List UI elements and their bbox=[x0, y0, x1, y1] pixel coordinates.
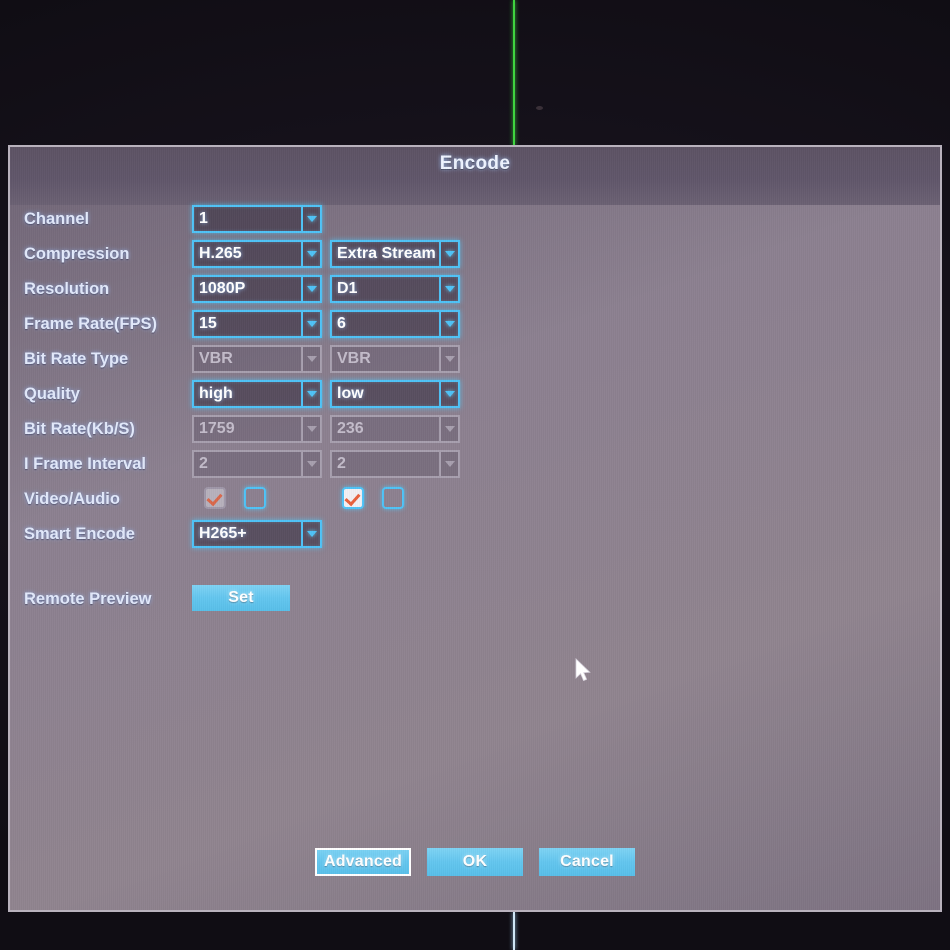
blue-scanline bbox=[513, 912, 515, 950]
bit-rate-main-select: 1759 bbox=[192, 415, 322, 443]
quality-extra-value: low bbox=[337, 385, 364, 402]
bit-rate-extra-select: 236 bbox=[330, 415, 460, 443]
compression-main-value: H.265 bbox=[199, 245, 242, 262]
label-quality: Quality bbox=[24, 385, 80, 403]
chevron-down-icon[interactable] bbox=[301, 522, 320, 546]
bit-rate-type-main-value: VBR bbox=[199, 350, 233, 367]
chevron-down-icon[interactable] bbox=[439, 277, 458, 301]
resolution-main-value: 1080P bbox=[199, 280, 246, 297]
main-audio-checkbox[interactable] bbox=[244, 487, 266, 509]
quality-extra-select[interactable]: low bbox=[330, 380, 460, 408]
row-compression: Compression H.265 Extra Stream bbox=[24, 240, 930, 275]
resolution-main-select[interactable]: 1080P bbox=[192, 275, 322, 303]
frame-rate-main-select[interactable]: 15 bbox=[192, 310, 322, 338]
compression-main-select[interactable]: H.265 bbox=[192, 240, 322, 268]
bit-rate-extra-value: 236 bbox=[337, 420, 364, 437]
frame-rate-extra-value: 6 bbox=[337, 315, 346, 332]
chevron-down-icon[interactable] bbox=[439, 312, 458, 336]
dialog-header: Encode bbox=[10, 147, 940, 205]
chevron-down-icon bbox=[439, 417, 458, 441]
extra-video-checkbox[interactable] bbox=[342, 487, 364, 509]
frame-rate-extra-select[interactable]: 6 bbox=[330, 310, 460, 338]
label-bit-rate-type: Bit Rate Type bbox=[24, 350, 129, 368]
label-resolution: Resolution bbox=[24, 280, 110, 298]
chevron-down-icon[interactable] bbox=[301, 207, 320, 231]
chevron-down-icon[interactable] bbox=[301, 277, 320, 301]
quality-main-select[interactable]: high bbox=[192, 380, 322, 408]
label-video-audio: Video/Audio bbox=[24, 490, 120, 508]
i-frame-interval-main-select: 2 bbox=[192, 450, 322, 478]
chevron-down-icon bbox=[301, 347, 320, 371]
row-channel: Channel 1 bbox=[24, 205, 930, 240]
remote-preview-set-button[interactable]: Set bbox=[192, 585, 290, 611]
label-remote-preview: Remote Preview bbox=[24, 590, 152, 608]
row-bit-rate-type: Bit Rate Type VBR VBR bbox=[24, 345, 930, 380]
label-bit-rate: Bit Rate(Kb/S) bbox=[24, 420, 135, 438]
i-frame-interval-main-value: 2 bbox=[199, 455, 208, 472]
bit-rate-type-main-select: VBR bbox=[192, 345, 322, 373]
quality-main-value: high bbox=[199, 385, 233, 402]
chevron-down-icon[interactable] bbox=[439, 242, 458, 266]
video-background: Encode Channel 1 Compression H.265 Extra… bbox=[0, 0, 950, 950]
chevron-down-icon bbox=[439, 452, 458, 476]
bit-rate-main-value: 1759 bbox=[199, 420, 235, 437]
chevron-down-icon bbox=[301, 417, 320, 441]
channel-select[interactable]: 1 bbox=[192, 205, 322, 233]
green-scanline bbox=[513, 0, 515, 146]
channel-value: 1 bbox=[199, 210, 208, 227]
chevron-down-icon[interactable] bbox=[439, 382, 458, 406]
row-quality: Quality high low bbox=[24, 380, 930, 415]
chevron-down-icon bbox=[439, 347, 458, 371]
bit-rate-type-extra-select: VBR bbox=[330, 345, 460, 373]
resolution-extra-select[interactable]: D1 bbox=[330, 275, 460, 303]
row-frame-rate: Frame Rate(FPS) 15 6 bbox=[24, 310, 930, 345]
row-resolution: Resolution 1080P D1 bbox=[24, 275, 930, 310]
chevron-down-icon bbox=[301, 452, 320, 476]
ok-button[interactable]: OK bbox=[427, 848, 523, 876]
label-smart-encode: Smart Encode bbox=[24, 525, 135, 543]
smart-encode-select[interactable]: H265+ bbox=[192, 520, 322, 548]
page-title: Encode bbox=[439, 153, 511, 174]
extra-audio-checkbox[interactable] bbox=[382, 487, 404, 509]
main-video-checkbox bbox=[204, 487, 226, 509]
encode-form: Channel 1 Compression H.265 Extra Stream bbox=[24, 205, 930, 619]
row-i-frame-interval: I Frame Interval 2 2 bbox=[24, 450, 930, 485]
dialog-footer: Advanced OK Cancel bbox=[10, 848, 940, 876]
stream-type-select[interactable]: Extra Stream bbox=[330, 240, 460, 268]
chevron-down-icon[interactable] bbox=[301, 312, 320, 336]
cancel-button[interactable]: Cancel bbox=[539, 848, 635, 876]
label-channel: Channel bbox=[24, 210, 90, 228]
label-compression: Compression bbox=[24, 245, 130, 263]
i-frame-interval-extra-select: 2 bbox=[330, 450, 460, 478]
stream-type-value: Extra Stream bbox=[337, 245, 436, 262]
resolution-extra-value: D1 bbox=[337, 280, 358, 297]
advanced-button[interactable]: Advanced bbox=[315, 848, 411, 876]
i-frame-interval-extra-value: 2 bbox=[337, 455, 346, 472]
bit-rate-type-extra-value: VBR bbox=[337, 350, 371, 367]
label-i-frame-interval: I Frame Interval bbox=[24, 455, 146, 473]
encode-dialog: Encode Channel 1 Compression H.265 Extra… bbox=[8, 145, 942, 912]
chevron-down-icon[interactable] bbox=[301, 382, 320, 406]
row-remote-preview: Remote Preview Set bbox=[24, 585, 930, 619]
chevron-down-icon[interactable] bbox=[301, 242, 320, 266]
frame-rate-main-value: 15 bbox=[199, 315, 217, 332]
row-smart-encode: Smart Encode H265+ bbox=[24, 520, 930, 555]
row-bit-rate: Bit Rate(Kb/S) 1759 236 bbox=[24, 415, 930, 450]
row-video-audio: Video/Audio bbox=[24, 485, 930, 520]
background-speck bbox=[536, 106, 543, 110]
smart-encode-value: H265+ bbox=[199, 525, 247, 542]
label-frame-rate: Frame Rate(FPS) bbox=[24, 315, 157, 333]
